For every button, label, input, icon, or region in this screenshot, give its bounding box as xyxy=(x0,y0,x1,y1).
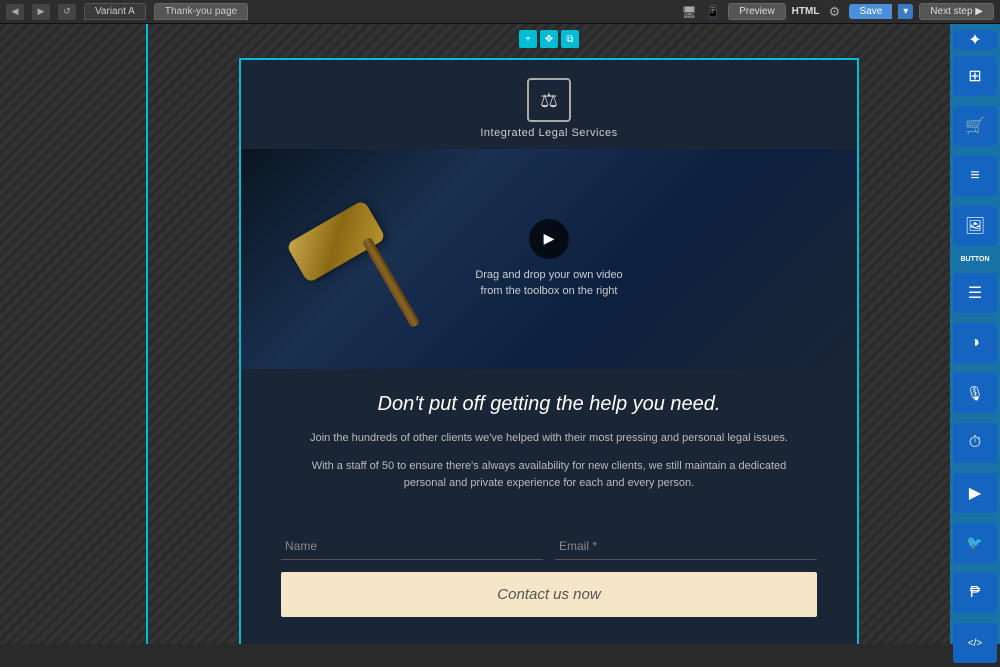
right-tool-sections[interactable]: ⊞ xyxy=(953,52,997,100)
right-tool-code[interactable]: </> xyxy=(953,619,997,667)
form-row xyxy=(281,533,817,560)
name-input[interactable] xyxy=(281,533,543,560)
back-button[interactable]: ◀ xyxy=(6,4,24,20)
contact-us-button[interactable]: Contact us now xyxy=(281,572,817,617)
image-icon: 🖼 xyxy=(953,206,997,246)
tab-variant-a[interactable]: Variant A xyxy=(84,3,146,20)
text-icon: ≡ xyxy=(953,156,997,196)
video-section: ▶ Drag and drop your own video from the … xyxy=(241,149,857,369)
content-section: Don't put off getting the help you need.… xyxy=(241,369,857,523)
right-tool-text[interactable]: ≡ xyxy=(953,152,997,200)
left-panel xyxy=(0,24,148,644)
right-tool-audio[interactable]: 🎙 xyxy=(953,369,997,417)
form-section: Contact us now xyxy=(241,523,857,637)
right-tool-paypal[interactable]: ₱ xyxy=(953,569,997,617)
canvas-add-button[interactable]: + xyxy=(519,30,537,48)
menu-icon: ☰ xyxy=(953,273,997,313)
right-tool-social[interactable]: ◑ xyxy=(953,319,997,367)
audio-icon: 🎙 xyxy=(953,373,997,413)
timer-icon: ⏱ xyxy=(953,423,997,463)
right-tool-ecommerce[interactable]: 🛒 xyxy=(953,102,997,150)
canvas-move-button[interactable]: ✥ xyxy=(540,30,558,48)
desktop-icon[interactable]: 🖥 xyxy=(680,4,698,20)
forward-button[interactable]: ▶ xyxy=(32,4,50,20)
preview-button[interactable]: Preview xyxy=(728,3,786,20)
code-icon: </> xyxy=(953,623,997,663)
canvas-copy-button[interactable]: ⧉ xyxy=(561,30,579,48)
video-background: ▶ Drag and drop your own video from the … xyxy=(241,149,857,369)
mobile-icon[interactable]: 📱 xyxy=(704,4,722,20)
save-dropdown-button[interactable]: ▾ xyxy=(898,4,913,19)
page-wrapper: ⚖ Integrated Legal Services ▶ Drag a xyxy=(239,58,859,644)
save-button[interactable]: Save xyxy=(849,4,892,19)
html-button[interactable]: HTML xyxy=(792,6,820,17)
right-tool-timer[interactable]: ⏱ xyxy=(953,419,997,467)
logo-icon: ⚖ xyxy=(527,78,571,122)
subtext-2: With a staff of 50 to ensure there's alw… xyxy=(301,458,797,493)
right-tool-button[interactable]: BUTTON xyxy=(953,252,997,267)
top-toolbar: ◀ ▶ ↺ Variant A Thank-you page 🖥 📱 Previ… xyxy=(0,0,1000,24)
main-layout: + ✥ ⧉ ⚖ Integrated Legal Services xyxy=(0,24,1000,644)
right-tool-main[interactable]: ✦ xyxy=(953,30,997,50)
paypal-icon: ₱ xyxy=(953,573,997,613)
canvas-float-toolbar: + ✥ ⧉ xyxy=(519,30,579,48)
settings-gear-icon[interactable]: ⚙ xyxy=(825,3,843,21)
center-canvas: + ✥ ⧉ ⚖ Integrated Legal Services xyxy=(148,24,950,644)
video-caption: Drag and drop your own video from the to… xyxy=(475,267,622,300)
right-tool-video[interactable]: ▶ xyxy=(953,469,997,517)
gavel-handle xyxy=(362,237,421,329)
next-step-button[interactable]: Next step ▶ xyxy=(919,3,994,20)
refresh-button[interactable]: ↺ xyxy=(58,4,76,20)
logo-section: ⚖ Integrated Legal Services xyxy=(241,60,857,149)
gavel-image xyxy=(271,169,451,349)
right-toolbox-panel: ✦ ⊞ 🛒 ≡ 🖼 BUTTON ☰ ◑ 🎙 ⏱ ▶ xyxy=(950,24,1000,644)
main-heading: Don't put off getting the help you need. xyxy=(301,393,797,416)
email-input[interactable] xyxy=(555,533,817,560)
ecommerce-icon: 🛒 xyxy=(953,106,997,146)
button-tool-label: BUTTON xyxy=(960,256,989,263)
subtext-1: Join the hundreds of other clients we've… xyxy=(301,430,797,448)
tab-thankyou-page[interactable]: Thank-you page xyxy=(154,3,248,20)
logo-text: Integrated Legal Services xyxy=(480,127,617,139)
right-tool-image[interactable]: 🖼 xyxy=(953,202,997,250)
video-icon: ▶ xyxy=(953,473,997,513)
right-tool-menu[interactable]: ☰ xyxy=(953,269,997,317)
sections-icon: ⊞ xyxy=(953,56,997,96)
social-icon: ◑ xyxy=(953,323,997,363)
right-tool-twitter[interactable]: 🐦 xyxy=(953,519,997,567)
twitter-icon: 🐦 xyxy=(953,523,997,563)
play-button[interactable]: ▶ xyxy=(529,219,569,259)
